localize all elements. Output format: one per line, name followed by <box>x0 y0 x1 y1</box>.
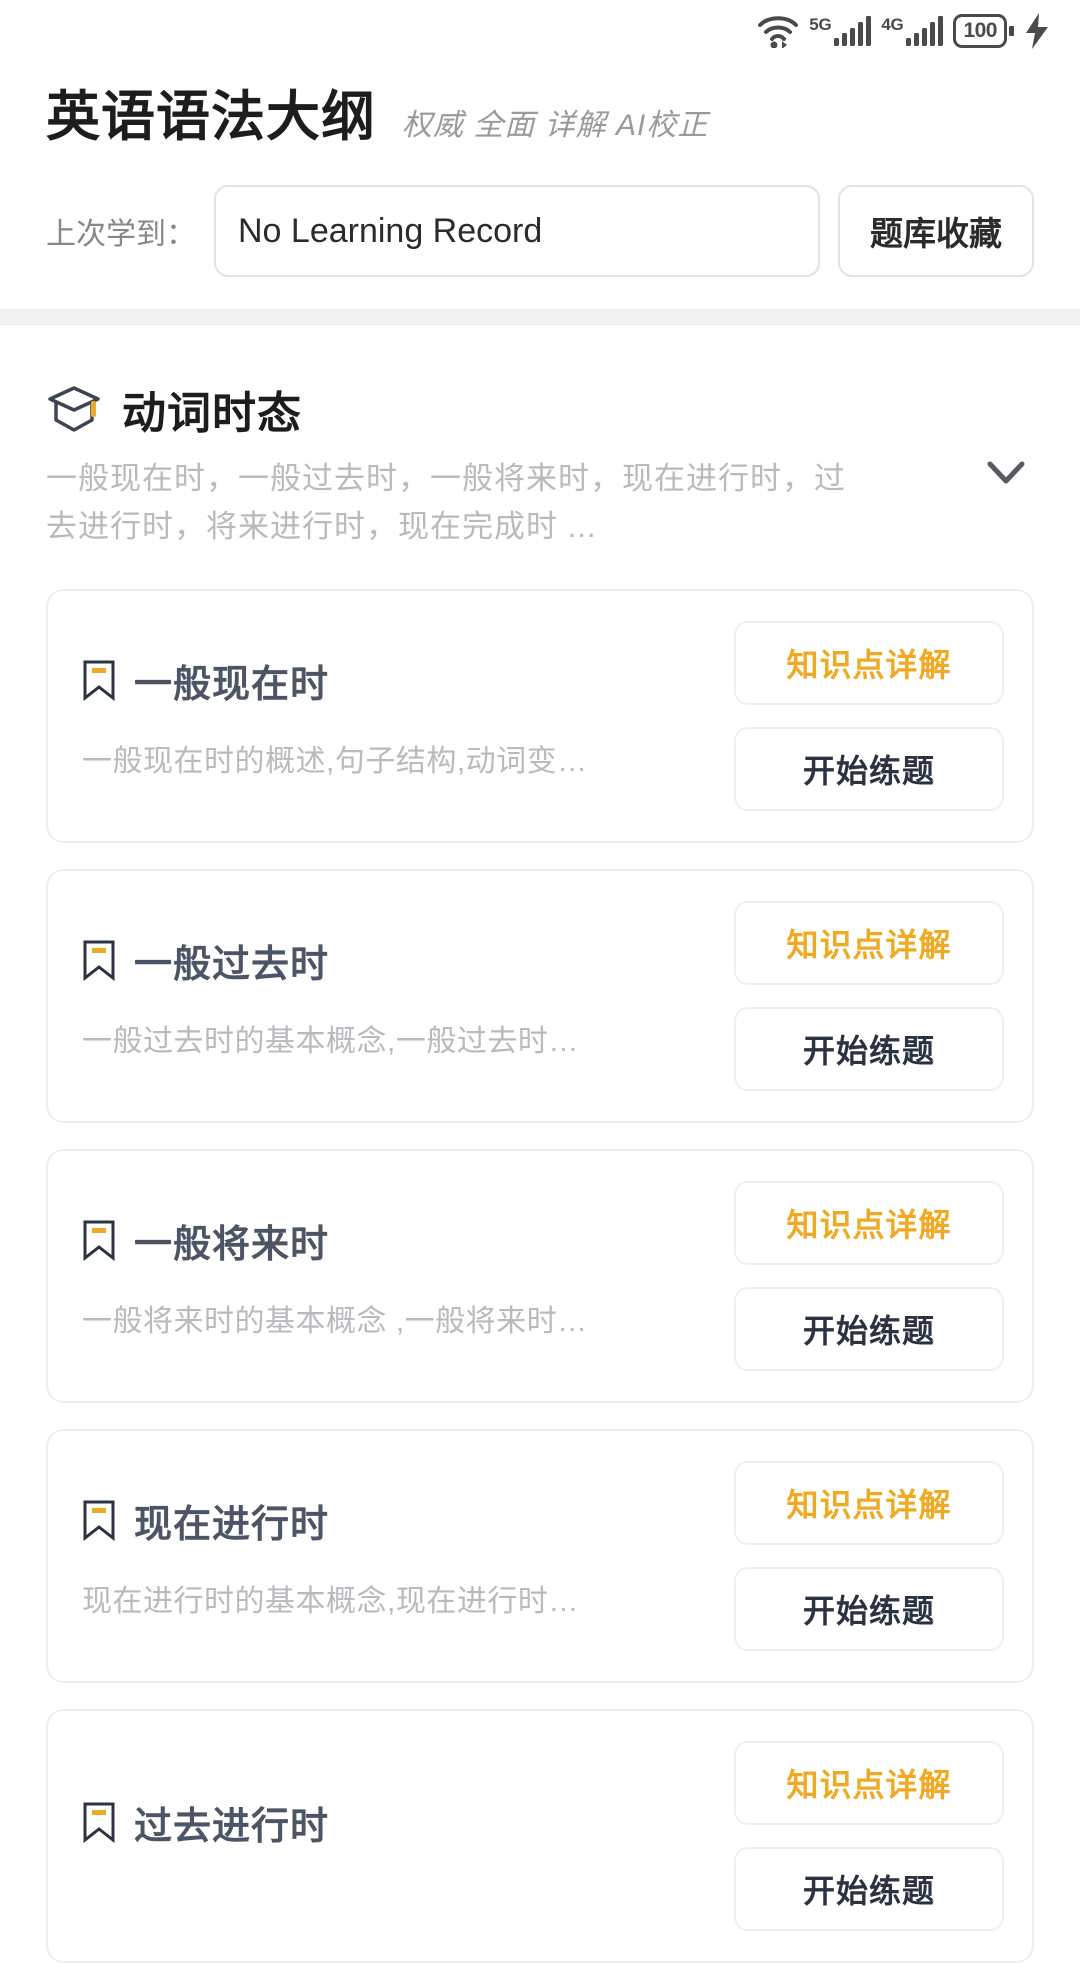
topic-card-actions: 知识点详解 开始练题 <box>734 901 1004 1092</box>
signal-4g-indicator: 4G <box>881 15 944 46</box>
topic-title: 一般将来时 <box>134 1223 330 1266</box>
learning-record-row: 上次学到： No Learning Record 题库收藏 <box>46 185 1034 277</box>
topic-card-title-row: 过去进行时 <box>82 1795 718 1850</box>
topic-title: 过去进行时 <box>134 1805 330 1848</box>
learning-record-field[interactable]: No Learning Record <box>214 185 820 277</box>
start-practice-button[interactable]: 开始练题 <box>734 1567 1004 1652</box>
bookmark-icon[interactable] <box>82 1499 116 1542</box>
start-practice-button[interactable]: 开始练题 <box>734 1287 1004 1372</box>
topic-card-content: 一般过去时 一般过去时的基本概念,一般过去时… <box>82 933 718 1060</box>
network-type-5g-label: 5G <box>809 15 832 34</box>
learning-record-label: 上次学到： <box>46 218 196 251</box>
topic-card-content: 现在进行时 现在进行时的基本概念,现在进行时… <box>82 1493 718 1620</box>
topic-card[interactable]: 现在进行时 现在进行时的基本概念,现在进行时… 知识点详解 开始练题 <box>46 1429 1034 1684</box>
start-practice-button[interactable]: 开始练题 <box>734 727 1004 812</box>
knowledge-detail-button[interactable]: 知识点详解 <box>734 1181 1004 1266</box>
topic-card-title-row: 现在进行时 <box>82 1493 718 1548</box>
graduation-cap-icon <box>46 384 102 434</box>
status-bar: 5G 4G 100 <box>0 0 1080 62</box>
bookmark-icon[interactable] <box>82 1801 116 1844</box>
app-header: 英语语法大纲 权威 全面 详解 AI校正 上次学到： No Learning R… <box>0 62 1080 277</box>
page-title: 英语语法大纲 <box>46 87 376 147</box>
charging-bolt-icon <box>1024 13 1050 49</box>
network-type-4g-label: 4G <box>881 15 904 34</box>
topic-card-content: 一般将来时 一般将来时的基本概念 ,一般将来时… <box>82 1213 718 1340</box>
start-practice-button[interactable]: 开始练题 <box>734 1007 1004 1092</box>
battery-level-label: 100 <box>953 14 1007 48</box>
topic-card[interactable]: 一般现在时 一般现在时的概述,句子结构,动词变… 知识点详解 开始练题 <box>46 589 1034 844</box>
section-header[interactable]: 动词时态 <box>46 325 1034 441</box>
chevron-down-icon[interactable] <box>978 445 1034 501</box>
topic-card-list: 一般现在时 一般现在时的概述,句子结构,动词变… 知识点详解 开始练题 一般过去… <box>46 589 1034 1963</box>
bookmark-icon[interactable] <box>82 659 116 702</box>
topic-card-title-row: 一般将来时 <box>82 1213 718 1268</box>
topic-description: 一般现在时的概述,句子结构,动词变… <box>82 744 588 778</box>
topic-description: 一般将来时的基本概念 ,一般将来时… <box>82 1304 588 1338</box>
topic-description: 现在进行时的基本概念,现在进行时… <box>82 1584 579 1618</box>
knowledge-detail-button[interactable]: 知识点详解 <box>734 1741 1004 1826</box>
knowledge-detail-button[interactable]: 知识点详解 <box>734 901 1004 986</box>
topic-card-actions: 知识点详解 开始练题 <box>734 621 1004 812</box>
favorites-button[interactable]: 题库收藏 <box>838 185 1034 277</box>
battery-indicator: 100 <box>953 14 1014 48</box>
section-description: 一般现在时，一般过去时，一般将来时，现在进行时，过去进行时，将来进行时，现在完成… <box>46 461 846 545</box>
grammar-section: 动词时态 一般现在时，一般过去时，一般将来时，现在进行时，过去进行时，将来进行时… <box>0 325 1080 1963</box>
topic-card-content: 过去进行时 <box>82 1795 718 1878</box>
bookmark-icon[interactable] <box>82 1219 116 1262</box>
topic-description: 一般过去时的基本概念,一般过去时… <box>82 1024 579 1058</box>
topic-card[interactable]: 一般过去时 一般过去时的基本概念,一般过去时… 知识点详解 开始练题 <box>46 869 1034 1124</box>
topic-card[interactable]: 一般将来时 一般将来时的基本概念 ,一般将来时… 知识点详解 开始练题 <box>46 1149 1034 1404</box>
topic-card-content: 一般现在时 一般现在时的概述,句子结构,动词变… <box>82 653 718 780</box>
knowledge-detail-button[interactable]: 知识点详解 <box>734 1461 1004 1546</box>
knowledge-detail-button[interactable]: 知识点详解 <box>734 621 1004 706</box>
topic-title: 一般过去时 <box>134 943 330 986</box>
signal-bars-4g <box>906 16 944 46</box>
signal-bars-5g <box>834 16 872 46</box>
topic-card-actions: 知识点详解 开始练题 <box>734 1181 1004 1372</box>
title-row: 英语语法大纲 权威 全面 详解 AI校正 <box>46 72 1034 151</box>
topic-title: 一般现在时 <box>134 663 330 706</box>
topic-title: 现在进行时 <box>134 1503 330 1546</box>
battery-nub <box>1009 26 1014 36</box>
learning-record-value: No Learning Record <box>238 211 543 250</box>
bookmark-icon[interactable] <box>82 939 116 982</box>
page-subtitle: 权威 全面 详解 AI校正 <box>402 109 709 142</box>
signal-5g-indicator: 5G <box>809 15 872 46</box>
topic-card-actions: 知识点详解 开始练题 <box>734 1741 1004 1932</box>
section-title: 动词时态 <box>122 389 302 438</box>
wifi-icon <box>757 14 799 48</box>
topic-card-actions: 知识点详解 开始练题 <box>734 1461 1004 1652</box>
topic-card-title-row: 一般现在时 <box>82 653 718 708</box>
topic-card-title-row: 一般过去时 <box>82 933 718 988</box>
topic-card[interactable]: 过去进行时 知识点详解 开始练题 <box>46 1709 1034 1963</box>
start-practice-button[interactable]: 开始练题 <box>734 1847 1004 1932</box>
section-divider <box>0 309 1080 325</box>
